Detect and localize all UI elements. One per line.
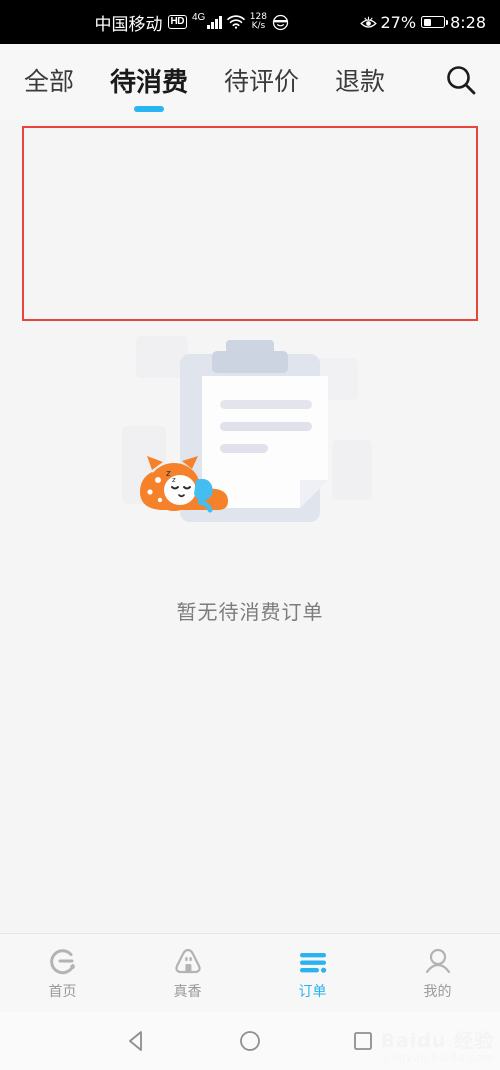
phone-screen: 中国移动 HD 4G 128 K/s 27% 8:28 全部 待消费 待评价 退… (0, 0, 500, 1070)
search-button[interactable] (444, 63, 478, 102)
empty-state: z z 暂无待消费订单 (0, 330, 500, 625)
wifi-icon (226, 15, 245, 29)
tab-refund-label: 退款 (335, 67, 386, 96)
bottom-navigation-bar: 首页 真香 订单 我的 (0, 933, 500, 1012)
tab-refund[interactable]: 退款 (335, 62, 385, 102)
riceball-icon (173, 946, 203, 976)
ele-logo-icon (48, 946, 78, 976)
tab-pending-consumption-label: 待消费 (110, 67, 189, 98)
battery-percent-label: 27% (380, 12, 417, 32)
nav-item-home-label: 首页 (48, 983, 77, 1000)
empty-state-message: 暂无待消费订单 (176, 600, 324, 624)
svg-text:z: z (166, 469, 171, 479)
tab-pending-review-label: 待评价 (224, 67, 300, 96)
nav-item-zhenxiang-label: 真香 (173, 983, 202, 1000)
eye-icon (359, 15, 377, 29)
tab-pending-consumption[interactable]: 待消费 (110, 62, 189, 112)
search-icon (444, 63, 478, 102)
status-bar-left: 中国移动 HD 4G 128 K/s (24, 10, 360, 35)
sunglasses-face-icon (272, 14, 289, 31)
clock-label: 8:28 (450, 12, 486, 32)
nav-item-zhenxiang[interactable]: 真香 (125, 946, 250, 1001)
status-bar-right: 27% 8:28 (359, 12, 486, 32)
battery-icon (421, 16, 449, 28)
android-system-navigation-bar (0, 1012, 500, 1070)
recents-square-icon[interactable] (350, 1028, 376, 1054)
signal-bars-icon (207, 15, 222, 29)
carrier-label: 中国移动 (94, 14, 163, 35)
active-tab-underline (134, 105, 165, 112)
hd-badge: HD (167, 15, 187, 29)
network-type-label: 4G (191, 11, 206, 23)
nav-item-home[interactable]: 首页 (0, 946, 125, 1001)
nav-item-profile[interactable]: 我的 (375, 946, 500, 1001)
network-speed-indicator: 128 K/s (250, 13, 267, 31)
person-icon (423, 946, 453, 976)
nav-item-orders[interactable]: 订单 (250, 946, 375, 1001)
back-triangle-icon[interactable] (124, 1028, 150, 1054)
svg-text:z: z (172, 476, 176, 484)
home-circle-icon[interactable] (237, 1028, 263, 1054)
tab-pending-review[interactable]: 待评价 (224, 62, 299, 102)
order-list-icon (298, 946, 328, 976)
empty-order-clipboard-mascot-illustration: z z (0, 330, 500, 540)
order-tab-bar: 全部 待消费 待评价 退款 (0, 44, 500, 120)
annotation-highlight-box (22, 126, 478, 321)
nav-item-profile-label: 我的 (423, 983, 452, 1000)
status-bar: 中国移动 HD 4G 128 K/s 27% 8:28 (0, 0, 500, 44)
nav-item-orders-label: 订单 (298, 983, 327, 1000)
tab-all[interactable]: 全部 (24, 62, 74, 102)
network-speed-unit: K/s (251, 21, 266, 31)
tab-all-label: 全部 (24, 67, 75, 96)
